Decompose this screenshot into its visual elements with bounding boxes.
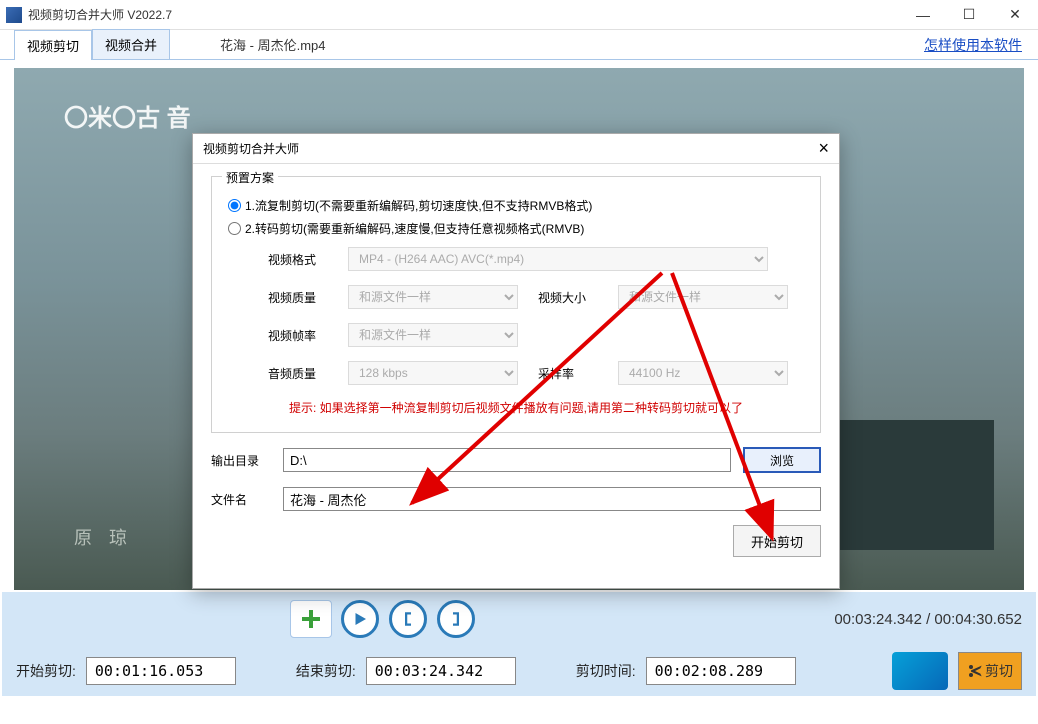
video-format-label: 视频格式 [268, 251, 348, 268]
cut-button[interactable]: 剪切 [958, 652, 1022, 690]
app-icon [6, 7, 22, 23]
end-cut-input[interactable] [366, 657, 516, 685]
video-quality-label: 视频质量 [268, 289, 348, 306]
cut-button-label: 剪切 [985, 661, 1013, 681]
play-button[interactable] [341, 600, 379, 638]
tab-row: 视频剪切 视频合并 花海 - 周杰伦.mp4 怎样使用本软件 [0, 30, 1038, 60]
filename-label: 文件名 [211, 491, 271, 508]
playback-controls: 00:03:24.342 / 00:04:30.652 [2, 592, 1036, 646]
output-dir-input[interactable] [283, 448, 731, 472]
preset-option-2-label: 2.转码剪切(需要重新编解码,速度慢,但支持任意视频格式(RMVB) [245, 220, 584, 237]
bracket-left-icon [399, 610, 417, 628]
audio-quality-select: 128 kbps [348, 361, 518, 385]
video-fps-select: 和源文件一样 [348, 323, 518, 347]
video-watermark-top: 〇米〇古 音 [64, 98, 191, 133]
start-cut-button[interactable]: 开始剪切 [733, 525, 821, 557]
filename-input[interactable] [283, 487, 821, 511]
cut-times-row: 开始剪切: 结束剪切: 剪切时间: 剪切 [2, 646, 1036, 696]
preset-option-1-label: 1.流复制剪切(不需要重新编解码,剪切速度快,但不支持RMVB格式) [245, 197, 592, 214]
video-format-select: MP4 - (H264 AAC) AVC(*.mp4) [348, 247, 768, 271]
end-cut-label: 结束剪切: [296, 661, 356, 681]
video-quality-select: 和源文件一样 [348, 285, 518, 309]
minimize-button[interactable]: — [900, 0, 946, 30]
mark-end-button[interactable] [437, 600, 475, 638]
close-button[interactable]: ✕ [992, 0, 1038, 30]
cut-settings-dialog: 视频剪切合并大师 × 预置方案 1.流复制剪切(不需要重新编解码,剪切速度快,但… [192, 133, 840, 589]
titlebar: 视频剪切合并大师 V2022.7 — ☐ ✕ [0, 0, 1038, 30]
maximize-button[interactable]: ☐ [946, 0, 992, 30]
video-watermark-bottom: 原 琼 [74, 524, 133, 550]
output-dir-row: 输出目录 浏览 [211, 447, 821, 473]
video-scene-building [814, 420, 994, 550]
preset-fieldset: 预置方案 1.流复制剪切(不需要重新编解码,剪切速度快,但不支持RMVB格式) … [211, 176, 821, 433]
preset-option-2[interactable]: 2.转码剪切(需要重新编解码,速度慢,但支持任意视频格式(RMVB) [228, 220, 804, 237]
dialog-titlebar: 视频剪切合并大师 × [193, 134, 839, 164]
output-dir-label: 输出目录 [211, 452, 271, 469]
video-fps-label: 视频帧率 [268, 327, 348, 344]
current-filename: 花海 - 周杰伦.mp4 [220, 35, 325, 54]
window-controls: — ☐ ✕ [900, 0, 1038, 30]
mark-start-button[interactable] [389, 600, 427, 638]
tab-merge[interactable]: 视频合并 [92, 29, 170, 59]
sample-rate-select: 44100 Hz [618, 361, 788, 385]
preset-radio-1[interactable] [228, 199, 241, 212]
dialog-close-button[interactable]: × [818, 138, 829, 159]
brand-logo [892, 652, 948, 690]
plus-icon [299, 607, 323, 631]
window-title: 视频剪切合并大师 V2022.7 [28, 6, 900, 23]
add-file-button[interactable] [290, 600, 332, 638]
preset-radio-2[interactable] [228, 222, 241, 235]
tab-cut[interactable]: 视频剪切 [14, 30, 92, 60]
video-size-select: 和源文件一样 [618, 285, 788, 309]
sample-rate-label: 采样率 [538, 365, 618, 382]
preset-option-1[interactable]: 1.流复制剪切(不需要重新编解码,剪切速度快,但不支持RMVB格式) [228, 197, 804, 214]
duration-input[interactable] [646, 657, 796, 685]
filename-row: 文件名 [211, 487, 821, 511]
play-icon [351, 610, 369, 628]
video-size-label: 视频大小 [538, 289, 618, 306]
audio-quality-label: 音频质量 [268, 365, 348, 382]
bracket-right-icon [447, 610, 465, 628]
preset-hint: 提示: 如果选择第一种流复制剪切后视频文件播放有问题,请用第二种转码剪切就可以了 [228, 399, 804, 416]
help-link[interactable]: 怎样使用本软件 [924, 35, 1022, 55]
duration-label: 剪切时间: [576, 661, 636, 681]
start-cut-label: 开始剪切: [16, 661, 76, 681]
time-display: 00:03:24.342 / 00:04:30.652 [834, 611, 1022, 628]
dialog-title: 视频剪切合并大师 [203, 140, 299, 157]
preset-legend: 预置方案 [222, 169, 278, 186]
scissors-icon [967, 663, 983, 679]
browse-button[interactable]: 浏览 [743, 447, 821, 473]
start-cut-input[interactable] [86, 657, 236, 685]
